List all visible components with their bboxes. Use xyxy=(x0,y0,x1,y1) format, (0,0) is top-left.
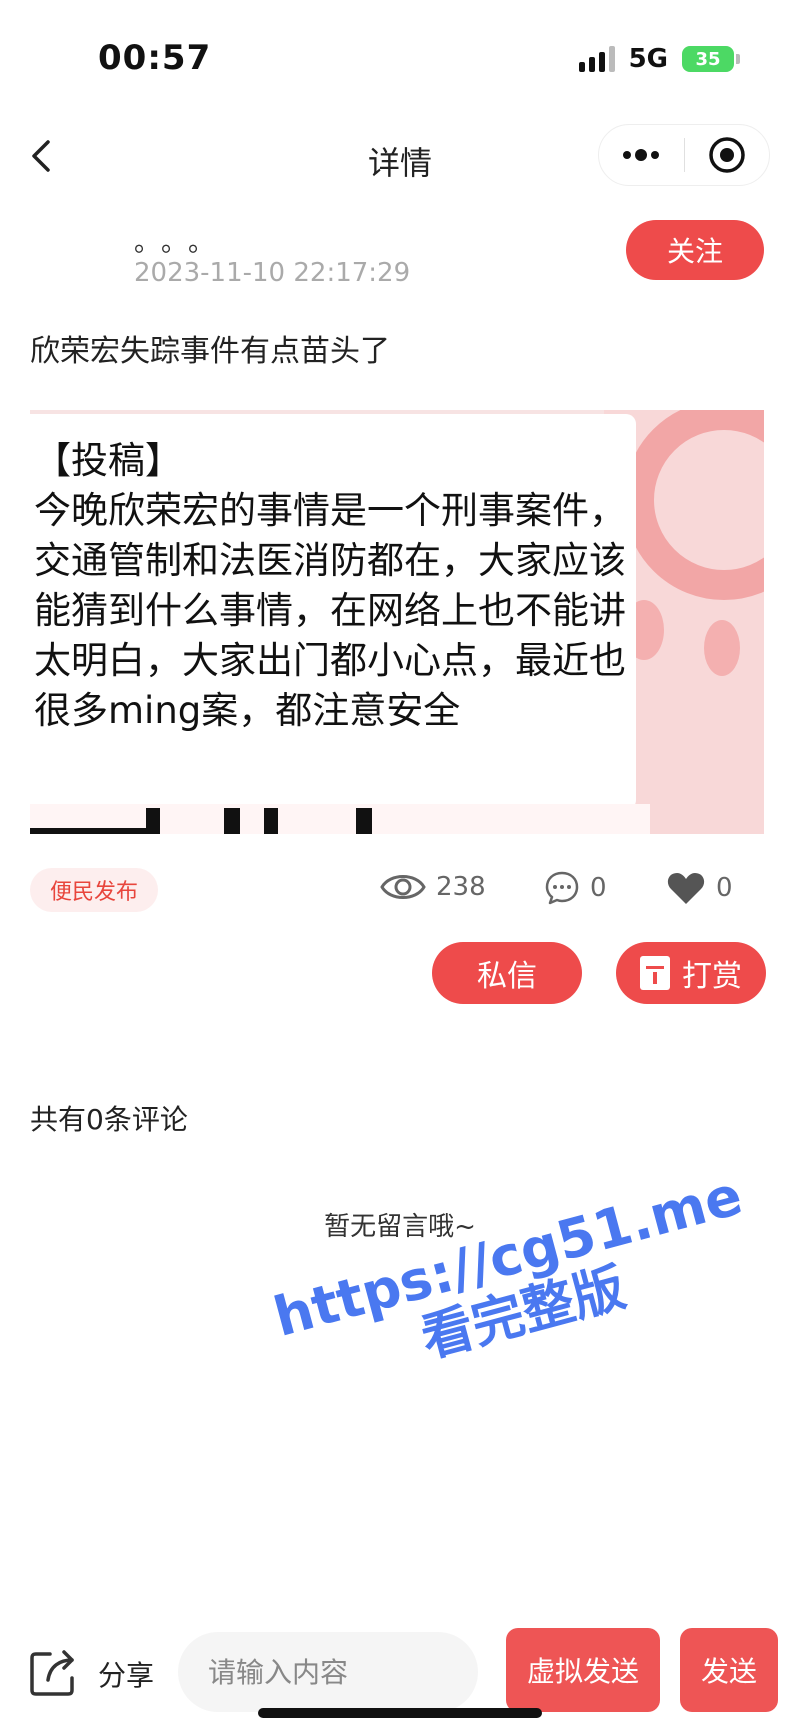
red-envelope-icon xyxy=(640,956,670,990)
close-target-icon[interactable] xyxy=(685,125,770,185)
author-name[interactable]: 。。。 xyxy=(134,222,228,259)
share-icon[interactable] xyxy=(28,1646,80,1698)
likes-stat[interactable]: 0 xyxy=(666,870,733,906)
likes-count: 0 xyxy=(716,873,733,903)
mini-program-capsule xyxy=(598,124,770,186)
watermark: https://cg51.me 看完整版 xyxy=(267,1164,763,1404)
comment-count-heading: 共有0条评论 xyxy=(30,1103,188,1136)
signal-icon xyxy=(578,46,615,72)
private-message-button[interactable]: 私信 xyxy=(432,942,582,1004)
send-button[interactable]: 发送 xyxy=(680,1628,778,1712)
comments-count: 0 xyxy=(590,873,607,903)
reward-label: 打赏 xyxy=(682,960,742,993)
reward-button[interactable]: 打赏 xyxy=(616,942,766,1004)
virtual-send-button[interactable]: 虚拟发送 xyxy=(506,1628,660,1712)
status-time: 00:57 xyxy=(98,38,212,78)
comment-bubble-icon xyxy=(544,870,580,906)
image-text: 【投稿】 今晚欣荣宏的事情是一个刑事案件，交通管制和法医消防都在，大家应该能猜到… xyxy=(34,439,626,732)
more-icon[interactable] xyxy=(599,125,684,185)
network-type: 5G xyxy=(628,44,668,74)
share-label[interactable]: 分享 xyxy=(98,1654,154,1694)
post-image[interactable]: 【投稿】 今晚欣荣宏的事情是一个刑事案件，交通管制和法医消防都在，大家应该能猜到… xyxy=(30,410,764,834)
image-text-card: 【投稿】 今晚欣荣宏的事情是一个刑事案件，交通管制和法医消防都在，大家应该能猜到… xyxy=(30,414,636,810)
image-bottom-strip xyxy=(30,804,650,834)
battery-icon: 35 xyxy=(682,46,740,72)
views-count: 238 xyxy=(436,872,486,902)
comment-input[interactable] xyxy=(178,1632,478,1712)
category-tag[interactable]: 便民发布 xyxy=(30,868,159,912)
heart-icon xyxy=(666,870,706,906)
views-stat: 238 xyxy=(380,870,486,904)
eye-icon xyxy=(380,870,426,904)
status-indicators: 5G 35 xyxy=(578,44,740,74)
post-timestamp: 2023-11-10 22:17:29 xyxy=(134,258,411,288)
comments-stat[interactable]: 0 xyxy=(544,870,607,906)
post-title: 欣荣宏失踪事件有点苗头了 xyxy=(30,334,390,369)
follow-button[interactable]: 关注 xyxy=(626,220,764,280)
home-indicator xyxy=(258,1708,542,1718)
private-message-label: 私信 xyxy=(477,960,537,993)
